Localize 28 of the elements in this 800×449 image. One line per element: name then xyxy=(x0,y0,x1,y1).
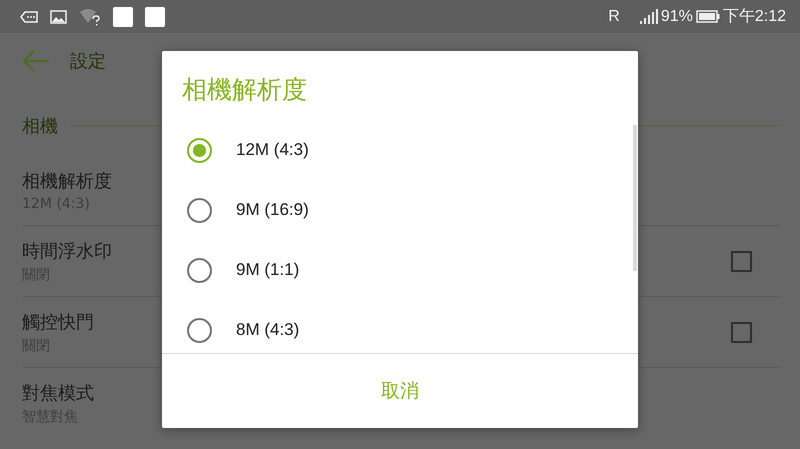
option-label[interactable]: 12M (4:3) xyxy=(236,140,309,160)
section-header: 相機 xyxy=(22,114,58,138)
option-label[interactable]: 8M (4:3) xyxy=(236,320,300,340)
page-title: 設定 xyxy=(70,50,106,72)
setting-title: 觸控快門 xyxy=(22,310,94,334)
keyboard-icon xyxy=(20,10,38,22)
radio-button[interactable] xyxy=(187,138,212,162)
clock: 下午2:12 xyxy=(722,8,786,24)
option-label[interactable]: 9M (1:1) xyxy=(236,260,300,280)
notification-icon xyxy=(113,6,133,26)
scrollbar[interactable] xyxy=(633,125,637,271)
radio-button[interactable] xyxy=(187,318,212,342)
option-label[interactable]: 9M (16:9) xyxy=(236,200,309,220)
wifi-unknown-icon xyxy=(79,8,101,26)
radio-button[interactable] xyxy=(187,258,212,282)
radio-button[interactable] xyxy=(187,198,212,222)
battery-icon xyxy=(696,10,720,23)
signal-icon xyxy=(640,9,658,24)
checkbox[interactable] xyxy=(731,250,752,272)
checkbox[interactable] xyxy=(731,322,752,342)
setting-title: 時間浮水印 xyxy=(22,240,112,262)
roaming-indicator: R xyxy=(608,8,620,24)
setting-title: 對焦模式 xyxy=(22,382,94,404)
image-icon xyxy=(50,10,67,24)
setting-title: 相機解析度 xyxy=(22,170,112,192)
notification-icon xyxy=(145,6,165,26)
battery-percent: 91% xyxy=(660,8,693,24)
dialog-title: 相機解析度 xyxy=(181,74,308,106)
